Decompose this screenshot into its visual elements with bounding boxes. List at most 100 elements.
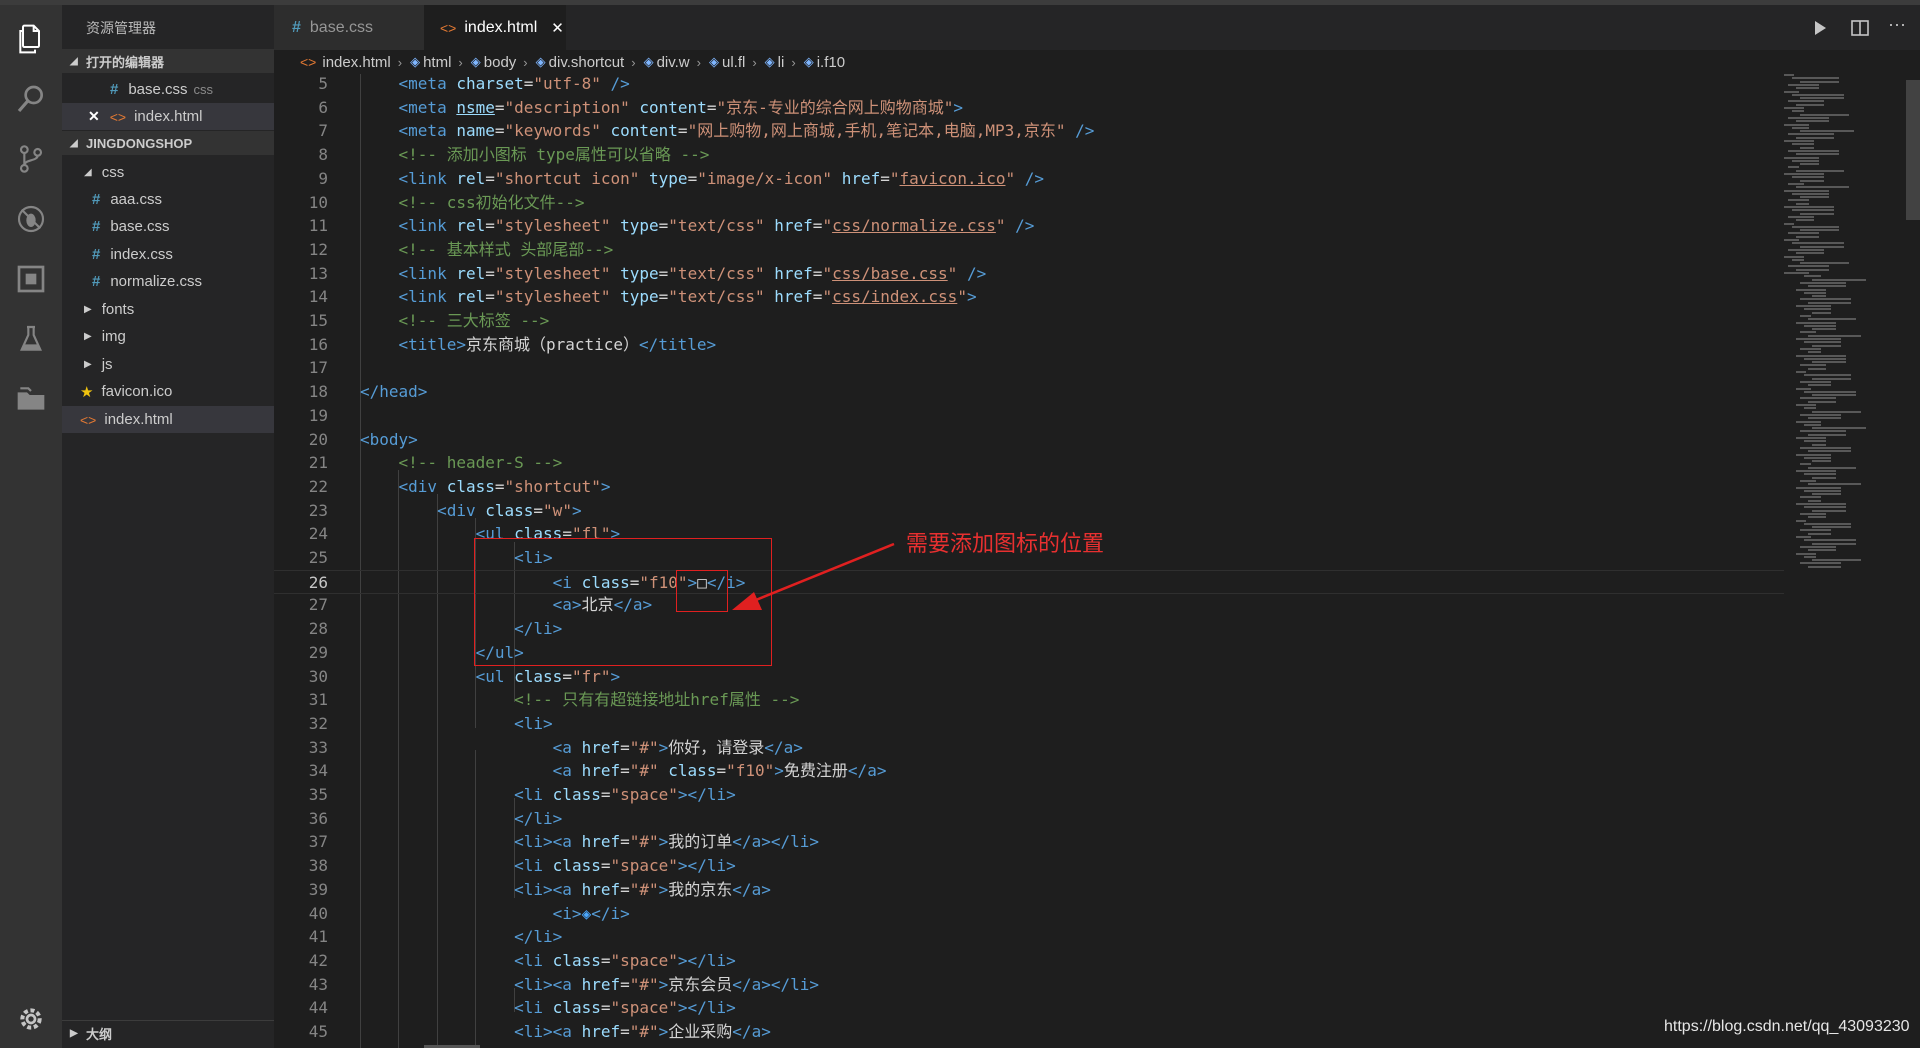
- html-file-icon: <>: [440, 19, 457, 36]
- explorer-icon[interactable]: [13, 21, 49, 57]
- code-line[interactable]: 39 <li><a href="#">我的京东</a>: [274, 878, 1784, 902]
- code-line[interactable]: 7 <meta name="keywords" content="网上购物,网上…: [274, 119, 1784, 143]
- code-line[interactable]: 45 <li><a href="#">企业采购</a>: [274, 1020, 1784, 1044]
- breadcrumb-label: html: [423, 53, 452, 71]
- file-index-html[interactable]: <> index.html: [62, 406, 274, 433]
- code-line[interactable]: 37 <li><a href="#">我的订单</a></li>: [274, 830, 1784, 854]
- code-line[interactable]: 11 <link rel="stylesheet" type="text/css…: [274, 214, 1784, 238]
- line-number: 24: [308, 524, 328, 543]
- tab-index-html[interactable]: <> index.html ✕: [424, 5, 566, 50]
- code-line[interactable]: 23 <div class="w">: [274, 499, 1784, 523]
- line-code: <meta name="keywords" content="网上购物,网上商城…: [398, 121, 1095, 140]
- code-line[interactable]: 35 <li class="space"></li>: [274, 783, 1784, 807]
- breadcrumb-item[interactable]: ◈ i.f10: [804, 54, 845, 71]
- code-line[interactable]: 30 <ul class="fr">: [274, 665, 1784, 689]
- breadcrumb-item[interactable]: ◈ div.w ›: [644, 54, 709, 71]
- code-line[interactable]: 32 <li>: [274, 712, 1784, 736]
- chevron-right-icon: ▶: [84, 359, 92, 370]
- source-control-icon[interactable]: [13, 141, 49, 177]
- search-icon[interactable]: [13, 81, 49, 117]
- minimap-line: [1808, 466, 1856, 469]
- extensions-icon[interactable]: [13, 261, 49, 297]
- line-code: <a href="#" class="f10">免费注册</a>: [552, 761, 887, 780]
- debug-icon[interactable]: [13, 201, 49, 237]
- folder-fonts[interactable]: ▶ fonts: [62, 296, 274, 323]
- file-normalize-css[interactable]: # normalize.css: [62, 268, 274, 295]
- code-line[interactable]: 8 <!-- 添加小图标 type属性可以省略 -->: [274, 143, 1784, 167]
- settings-gear-icon[interactable]: [13, 1001, 49, 1037]
- code-line[interactable]: 17: [274, 356, 1784, 380]
- code-line[interactable]: 18 </head>: [274, 380, 1784, 404]
- code-line[interactable]: 14 <link rel="stylesheet" type="text/css…: [274, 285, 1784, 309]
- minimap-line: [1808, 318, 1856, 321]
- line-number: 18: [308, 382, 328, 401]
- open-editors-header[interactable]: ◢ 打开的编辑器: [62, 49, 274, 73]
- code-line[interactable]: 31 <!-- 只有有超链接地址href属性 -->: [274, 688, 1784, 712]
- code-line[interactable]: 41 </li>: [274, 925, 1784, 949]
- open-editor-index-html[interactable]: ✕ <> index.html: [62, 103, 274, 130]
- code-line[interactable]: 16 <title>京东商城（practice）</title>: [274, 333, 1784, 357]
- close-icon[interactable]: ✕: [88, 108, 100, 125]
- close-icon[interactable]: ✕: [551, 19, 564, 37]
- minimap-line: [1792, 93, 1844, 96]
- project-header[interactable]: ◢ JINGDONGSHOP: [62, 131, 274, 155]
- code-line[interactable]: 10 <!-- css初始化文件-->: [274, 191, 1784, 215]
- tree-item-label: index.css: [110, 246, 173, 263]
- test-flask-icon[interactable]: [13, 321, 49, 357]
- code-line[interactable]: 38 <li class="space"></li>: [274, 854, 1784, 878]
- open-editor-base-css[interactable]: # base.css css: [62, 76, 274, 103]
- breadcrumb-item[interactable]: ◈ body ›: [471, 54, 536, 71]
- code-line[interactable]: 15 <!-- 三大标签 -->: [274, 309, 1784, 333]
- code-line[interactable]: 40 <i>◈</i>: [274, 902, 1784, 926]
- vertical-scrollbar[interactable]: [1906, 80, 1920, 220]
- folder-css[interactable]: ◢ css: [62, 159, 274, 186]
- minimap-line: [1796, 420, 1821, 423]
- chevron-down-icon: ◢: [84, 167, 92, 178]
- breadcrumb-item[interactable]: <> index.html ›: [300, 54, 410, 71]
- folders-icon[interactable]: [13, 381, 49, 417]
- minimap[interactable]: [1784, 74, 1904, 594]
- folder-img[interactable]: ▶ img: [62, 323, 274, 350]
- code-line[interactable]: 13 <link rel="stylesheet" type="text/css…: [274, 262, 1784, 286]
- file-favicon[interactable]: ★ favicon.ico: [62, 378, 274, 405]
- folder-js[interactable]: ▶ js: [62, 351, 274, 378]
- minimap-line: [1796, 536, 1811, 538]
- chevron-right-icon: ▶: [84, 304, 92, 315]
- code-line[interactable]: 43 <li><a href="#">京东会员</a></li>: [274, 973, 1784, 997]
- code-line[interactable]: 44 <li class="space"></li>: [274, 996, 1784, 1020]
- css-file-icon: #: [92, 246, 101, 263]
- code-line[interactable]: 42 <li class="space"></li>: [274, 949, 1784, 973]
- chevron-right-icon: ›: [397, 54, 403, 70]
- code-line[interactable]: 22 <div class="shortcut">: [274, 475, 1784, 499]
- minimap-line: [1812, 443, 1826, 446]
- code-line[interactable]: 33 <a href="#">你好，请登录</a>: [274, 736, 1784, 760]
- code-line[interactable]: 6 <meta nsme="description" content="京东-专…: [274, 96, 1784, 120]
- more-actions-icon[interactable]: ···: [1888, 14, 1906, 34]
- chevron-down-icon: ◢: [70, 137, 78, 149]
- breadcrumb-item[interactable]: ◈ ul.fl ›: [709, 54, 765, 71]
- minimap-line: [1788, 149, 1839, 152]
- code-line[interactable]: 5 <meta charset="utf-8" />: [274, 74, 1784, 96]
- file-index-css[interactable]: # index.css: [62, 241, 274, 268]
- breadcrumb-item[interactable]: ◈ div.shortcut ›: [536, 54, 644, 71]
- outline-header[interactable]: ▶ 大纲: [62, 1020, 274, 1045]
- file-base-css[interactable]: # base.css: [62, 213, 274, 240]
- breadcrumb-item[interactable]: ◈ html ›: [410, 54, 471, 71]
- line-number: 7: [318, 121, 328, 140]
- code-line[interactable]: 34 <a href="#" class="f10">免费注册</a>: [274, 759, 1784, 783]
- code-line[interactable]: 9 <link rel="shortcut icon" type="image/…: [274, 167, 1784, 191]
- code-line[interactable]: 20 <body>: [274, 428, 1784, 452]
- run-icon[interactable]: [1810, 18, 1830, 38]
- tree-item-label: css: [101, 164, 125, 181]
- minimap-line: [1800, 281, 1846, 284]
- split-editor-icon[interactable]: [1850, 18, 1870, 38]
- code-line[interactable]: 36 </li>: [274, 807, 1784, 831]
- minimap-line: [1784, 222, 1794, 225]
- file-aaa-css[interactable]: # aaa.css: [62, 186, 274, 213]
- tab-base-css[interactable]: # base.css: [274, 5, 424, 50]
- code-line[interactable]: 19: [274, 404, 1784, 428]
- breadcrumb-item[interactable]: ◈ li ›: [765, 54, 804, 71]
- code-line[interactable]: 21 <!-- header-S -->: [274, 451, 1784, 475]
- code-line[interactable]: 12 <!-- 基本样式 头部尾部-->: [274, 238, 1784, 262]
- minimap-line: [1796, 453, 1831, 456]
